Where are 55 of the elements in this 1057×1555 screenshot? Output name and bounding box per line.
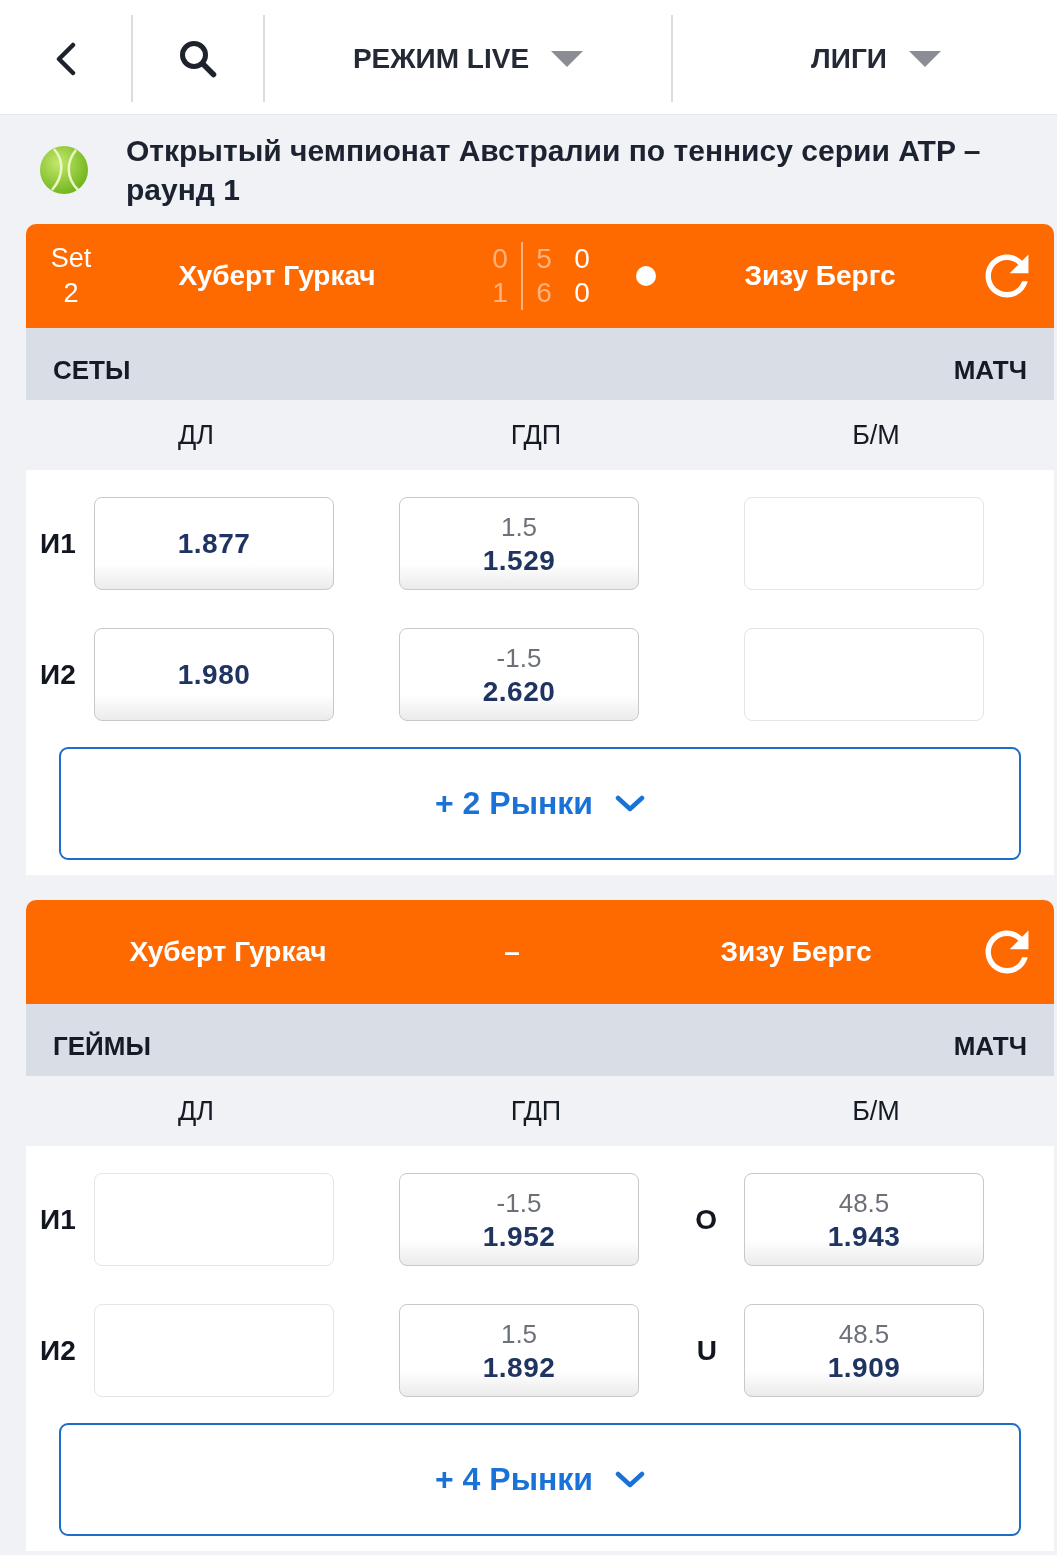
score-value: 5 xyxy=(536,242,552,276)
player-name: Зизу Бергс xyxy=(744,260,896,292)
search-icon xyxy=(179,39,217,78)
score-value: 1 xyxy=(492,276,508,310)
chevron-down-icon xyxy=(614,795,645,812)
player-name: Хуберт Гуркач xyxy=(178,260,376,292)
refresh-icon xyxy=(985,254,1029,298)
row-label: И2 xyxy=(40,1334,77,1367)
market-title: СЕТЫ xyxy=(53,354,131,386)
odds-button[interactable]: 1.5 1.892 xyxy=(399,1304,639,1397)
caret-down-icon xyxy=(551,50,584,67)
mode-dropdown[interactable]: РЕЖИМ LIVE xyxy=(352,42,584,75)
more-markets-button[interactable]: + 2 Рынки xyxy=(59,747,1021,860)
market-scope: МАТЧ xyxy=(953,354,1027,386)
odds-button[interactable]: 48.5 1.943 xyxy=(744,1173,984,1266)
refresh-button[interactable] xyxy=(985,254,1029,298)
tennis-ball-icon xyxy=(40,145,88,194)
column-header: ДЛ xyxy=(178,1095,214,1127)
score-value: 0 xyxy=(574,242,590,276)
row-label: И1 xyxy=(40,527,77,560)
chevron-down-icon xyxy=(614,1471,645,1488)
column-header: ГДП xyxy=(510,1095,562,1127)
row-label: И2 xyxy=(40,658,77,691)
refresh-button[interactable] xyxy=(985,930,1029,974)
odds-button[interactable]: -1.5 2.620 xyxy=(399,628,639,721)
odds-button[interactable]: 1.980 xyxy=(94,628,334,721)
column-header: Б/М xyxy=(852,419,900,451)
over-under-label: O xyxy=(695,1203,717,1236)
odds-button[interactable]: -1.5 1.952 xyxy=(399,1173,639,1266)
set-number: 2 xyxy=(63,277,79,310)
score-value: 6 xyxy=(536,276,552,310)
refresh-icon xyxy=(985,930,1029,974)
more-markets-button[interactable]: + 4 Рынки xyxy=(59,1423,1021,1536)
tournament-title: Открытый чемпионат Австралии по теннису серии ATP – раунд 1 xyxy=(126,132,982,208)
score-value: 0 xyxy=(574,276,590,310)
player-name: Хуберт Гуркач xyxy=(129,936,327,968)
leagues-dropdown[interactable]: ЛИГИ xyxy=(811,42,941,75)
score-value: 0 xyxy=(492,242,508,276)
market-title: ГЕЙМЫ xyxy=(53,1030,151,1062)
odds-button[interactable]: 1.5 1.529 xyxy=(399,497,639,590)
back-icon xyxy=(55,41,76,76)
back-button[interactable] xyxy=(55,41,76,76)
column-header: ДЛ xyxy=(178,419,214,451)
odds-button[interactable]: 1.877 xyxy=(94,497,334,590)
set-label: Set xyxy=(50,242,92,275)
over-under-label: U xyxy=(696,1334,717,1367)
column-header: ГДП xyxy=(510,419,562,451)
column-header: Б/М xyxy=(852,1095,900,1127)
odds-button[interactable]: 48.5 1.909 xyxy=(744,1304,984,1397)
market-scope: МАТЧ xyxy=(953,1030,1027,1062)
search-button[interactable] xyxy=(179,39,217,78)
row-label: И1 xyxy=(40,1203,77,1236)
versus-dash: – xyxy=(504,936,520,968)
player-name: Зизу Бергс xyxy=(720,936,872,968)
caret-down-icon xyxy=(908,50,941,67)
